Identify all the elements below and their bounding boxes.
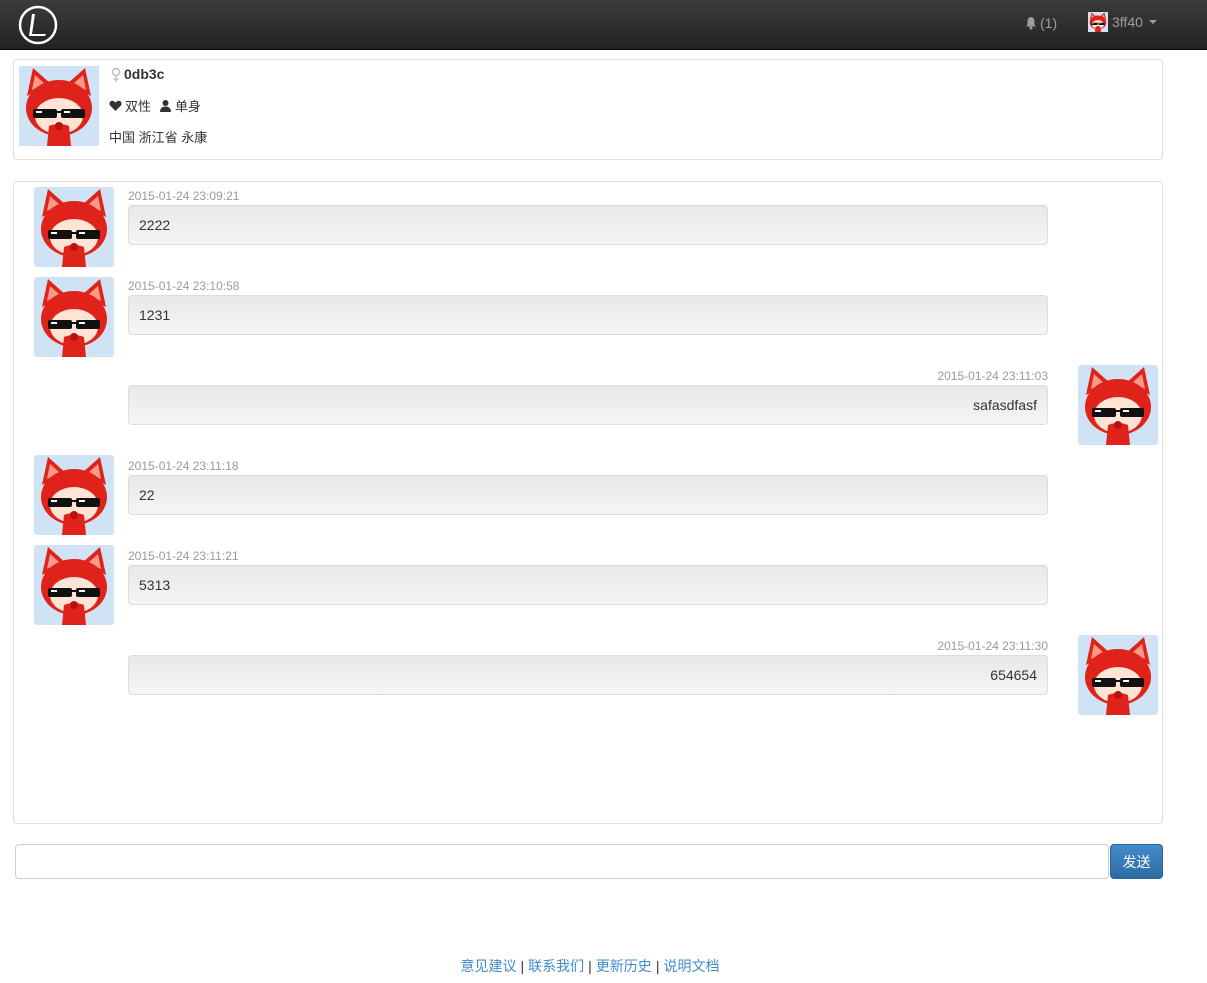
message-time: 2015-01-24 23:11:21 [128,549,239,563]
relationship-tag: 单身 [159,96,201,115]
user-avatar-mini [1088,12,1108,32]
chat-panel: 2015-01-24 23:09:21 2222 2015-01-24 23:1… [13,181,1163,824]
footer: 意见建议 | 联系我们 | 更新历史 | 说明文档 [0,956,1180,976]
send-button[interactable]: 发送 [1110,844,1163,879]
profile-panel: 0db3c 双性 单身 中国 浙江省 永康 [13,59,1163,160]
message-avatar [1078,635,1158,715]
message-time: 2015-01-24 23:11:30 [937,639,1048,653]
message-time: 2015-01-24 23:11:03 [937,369,1048,383]
message-time: 2015-01-24 23:09:21 [128,189,240,203]
logo-icon[interactable] [18,5,58,45]
footer-link-changelog[interactable]: 更新历史 [596,958,652,974]
navbar: (1) 3ff40 [0,0,1207,50]
orientation-label: 双性 [125,99,152,114]
footer-link-feedback[interactable]: 意见建议 [461,958,517,974]
bell-icon [1026,17,1036,30]
heart-icon [109,100,122,111]
message-input[interactable] [15,844,1109,879]
message-avatar [34,545,114,625]
footer-divider: | [655,958,660,974]
navbar-username: 3ff40 [1112,14,1143,30]
profile-username: 0db3c [124,66,165,82]
caret-down-icon [1148,20,1157,24]
orientation-tag: 双性 [109,96,151,115]
user-icon [160,100,171,112]
message-bubble: 2222 [128,205,1048,245]
profile-avatar [19,66,99,146]
message-bubble: 22 [128,475,1048,515]
footer-divider: | [520,958,525,974]
notification-button[interactable]: (1) [1024,15,1057,31]
message-avatar [34,187,114,267]
message-avatar [1078,365,1158,445]
footer-divider: | [588,958,592,974]
footer-link-docs[interactable]: 说明文档 [663,958,719,974]
message-time: 2015-01-24 23:11:18 [128,459,239,473]
message-avatar [34,455,114,535]
user-menu-toggle[interactable]: 3ff40 [1088,12,1157,32]
profile-location: 中国 浙江省 永康 [109,130,208,145]
message-avatar [34,277,114,357]
footer-link-contact[interactable]: 联系我们 [528,958,584,974]
message-time: 2015-01-24 23:10:58 [128,279,240,293]
message-bubble: safasdfasf [128,385,1048,425]
message-bubble: 654654 [128,655,1048,695]
female-icon [111,67,121,82]
relationship-label: 单身 [175,99,202,114]
message-bubble: 5313 [128,565,1048,605]
notification-count: (1) [1040,15,1058,31]
message-bubble: 1231 [128,295,1048,335]
